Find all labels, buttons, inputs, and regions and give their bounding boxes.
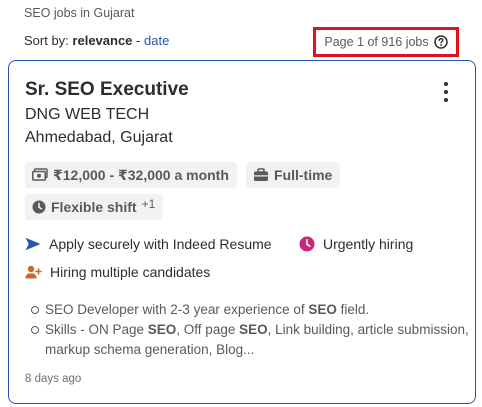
hiring-text: Hiring multiple candidates (50, 264, 211, 280)
question-circle-icon[interactable] (433, 35, 448, 49)
apply-feature: Apply securely with Indeed Resume (25, 236, 272, 252)
snippet-text: SEO Developer with 2-3 year experience o… (45, 302, 309, 317)
snippet-text: Skills - ON Page (45, 322, 148, 337)
snippet-keyword: SEO (147, 322, 177, 337)
breadcrumb: SEO jobs in Gujarat (24, 6, 135, 20)
send-arrow-icon (25, 237, 41, 251)
salary-text: ₹12,000 - ₹32,000 a month (53, 166, 229, 183)
snippet-item: Skills - ON Page SEO, Off page SEO, Link… (29, 320, 469, 360)
urgent-text: Urgently hiring (323, 236, 414, 252)
money-icon (32, 168, 48, 181)
hiring-feature: Hiring multiple candidates (25, 264, 210, 280)
job-type-text: Full-time (274, 167, 333, 183)
salary-chip: ₹12,000 - ₹32,000 a month (25, 162, 237, 188)
company-name: DNG WEB TECH (25, 106, 150, 123)
job-location: Ahmedabad, Gujarat (25, 129, 173, 146)
sort-bar: Sort by: relevance - date (24, 33, 169, 48)
snippet-item: SEO Developer with 2-3 year experience o… (29, 300, 469, 320)
sort-separator: - (136, 33, 141, 48)
snippet-keyword: SEO (308, 302, 337, 317)
sort-current: relevance (72, 33, 133, 48)
shift-chip: Flexible shift +1 (25, 194, 164, 220)
job-snippet: SEO Developer with 2-3 year experience o… (29, 300, 469, 360)
pagination-info: Page 1 of 916 jobs (313, 27, 459, 57)
posted-date: 8 days ago (25, 373, 82, 385)
job-card[interactable]: Sr. SEO Executive DNG WEB TECH Ahmedabad… (8, 60, 476, 404)
snippet-text: field. (336, 302, 370, 317)
clock-icon (32, 200, 46, 214)
shift-extra-count[interactable]: +1 (142, 197, 156, 211)
job-type-chip: Full-time (246, 162, 341, 188)
job-title[interactable]: Sr. SEO Executive (25, 79, 189, 101)
apply-text: Apply securely with Indeed Resume (49, 236, 272, 252)
urgent-clock-icon (299, 236, 315, 252)
sort-date-link[interactable]: date (144, 33, 169, 48)
snippet-text: , Off page (176, 322, 240, 337)
pagination-text: Page 1 of 916 jobs (324, 35, 429, 49)
briefcase-icon (254, 168, 268, 181)
shift-text: Flexible shift (51, 199, 137, 215)
urgent-feature: Urgently hiring (299, 236, 413, 252)
kebab-menu-icon[interactable] (439, 81, 453, 103)
sort-label: Sort by: (24, 33, 69, 48)
add-person-icon (25, 265, 42, 279)
snippet-keyword: SEO (239, 322, 268, 337)
